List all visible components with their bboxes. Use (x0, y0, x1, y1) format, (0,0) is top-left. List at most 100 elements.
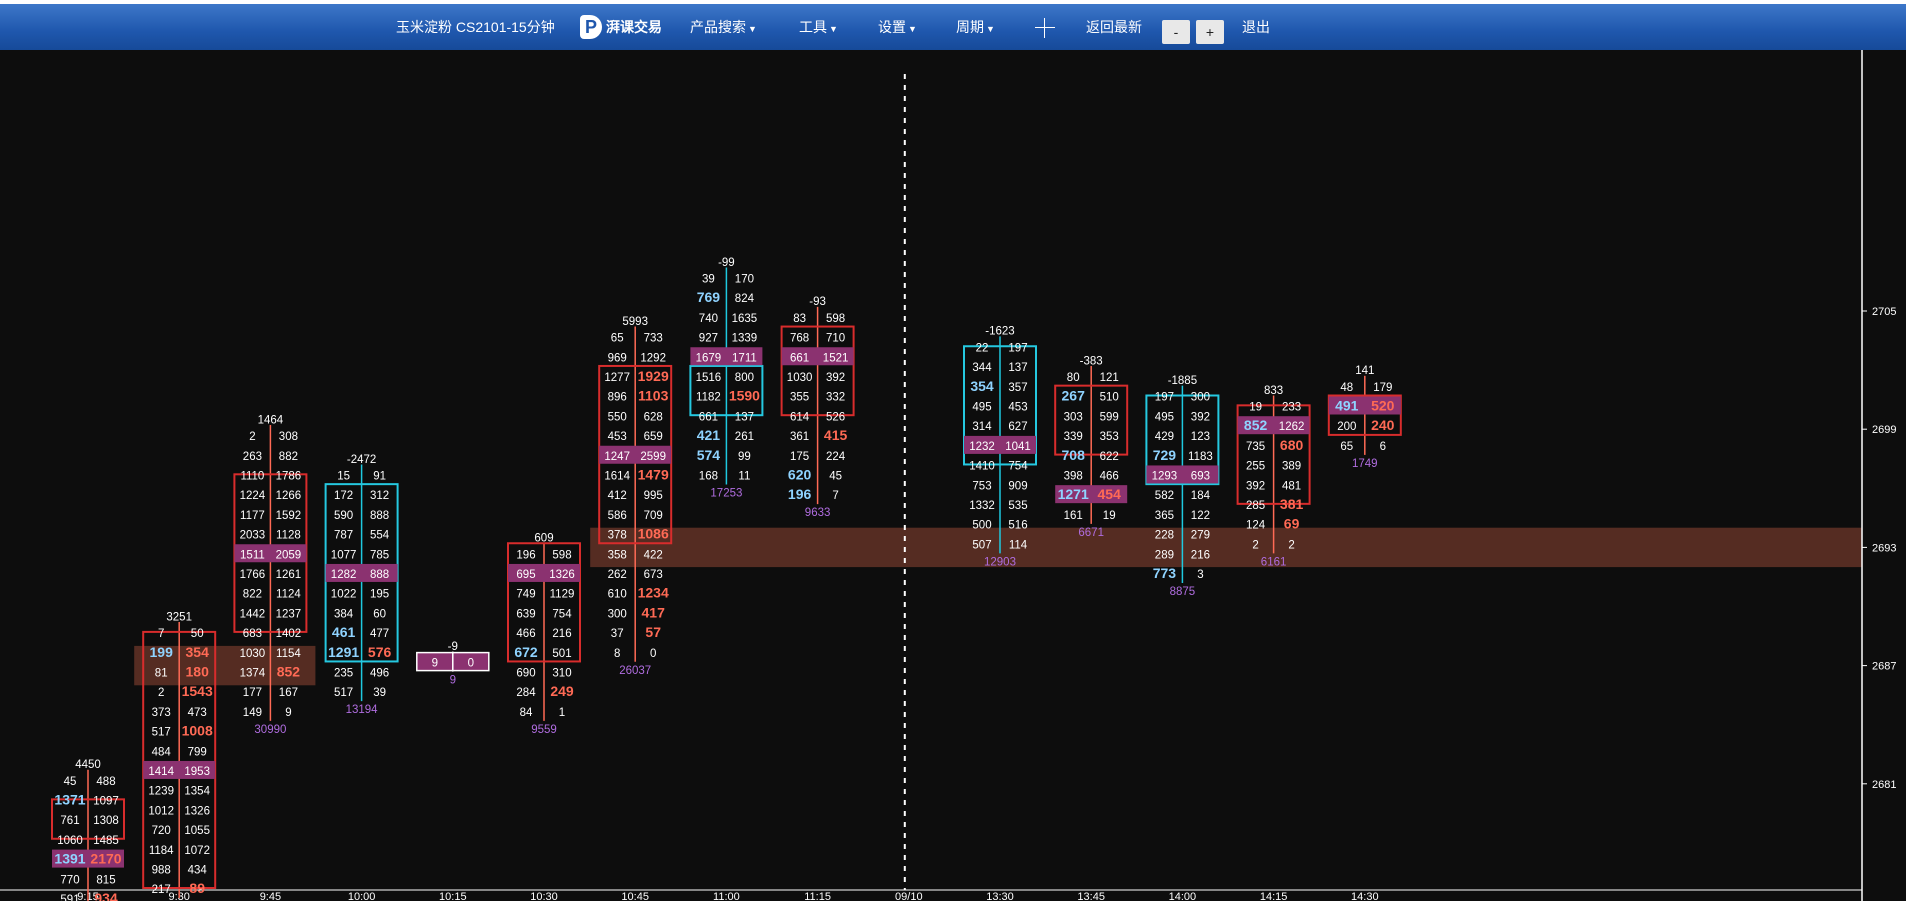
ask-volume: 381 (1280, 496, 1304, 512)
time-tick-label: 11:15 (804, 891, 831, 901)
bid-volume: 582 (1155, 490, 1174, 502)
bid-volume: 770 (60, 874, 79, 886)
brand-logo: P 湃课交易 (580, 14, 662, 40)
ask-volume: 995 (644, 490, 663, 502)
ask-volume: 1292 (640, 352, 666, 364)
ask-volume: 1234 (638, 585, 669, 601)
bid-volume: 1516 (696, 372, 722, 384)
bid-volume: 314 (972, 421, 992, 433)
bar-total-volume: 1749 (1352, 458, 1378, 470)
ask-volume: 1097 (93, 796, 119, 808)
ask-volume: 785 (370, 549, 389, 561)
bid-volume: 896 (608, 392, 627, 404)
ask-volume: 598 (552, 549, 571, 561)
bid-volume: 620 (788, 466, 812, 482)
bid-volume: 263 (243, 451, 262, 463)
bid-volume: 695 (516, 569, 535, 581)
bid-volume: 761 (60, 815, 79, 827)
return-latest-button[interactable]: 返回最新 (1086, 4, 1142, 50)
bid-volume: 1293 (1152, 470, 1178, 482)
tools-menu[interactable]: 工具 ▼ (799, 4, 838, 50)
ask-volume: 1103 (638, 388, 669, 404)
ask-volume: 488 (96, 776, 115, 788)
bid-volume: 177 (243, 687, 262, 699)
bid-volume: 196 (788, 486, 812, 502)
ask-volume: 800 (735, 372, 754, 384)
footprint-chart[interactable]: 270526992693268726819:159:309:4510:0010:… (0, 50, 1906, 901)
ask-volume: 60 (373, 608, 386, 620)
bid-volume: 639 (516, 608, 535, 620)
ask-volume: 121 (1100, 372, 1119, 384)
bid-volume: 200 (1337, 421, 1356, 433)
ask-volume: 481 (1282, 480, 1301, 492)
bid-volume: 453 (608, 431, 627, 443)
bid-volume: 172 (334, 490, 353, 502)
ask-volume: 357 (1008, 382, 1027, 394)
ask-volume: 1261 (276, 569, 302, 581)
period-menu[interactable]: 周期 ▼ (956, 4, 995, 50)
bid-volume: 48 (1340, 382, 1353, 394)
bid-volume: 217 (152, 884, 171, 896)
bid-volume: 15 (337, 470, 350, 482)
bid-volume: 7 (158, 628, 164, 640)
bid-volume: 255 (1246, 461, 1265, 473)
bid-volume: 1374 (240, 667, 266, 679)
crosshair-icon[interactable] (1035, 18, 1055, 38)
ask-volume: 501 (552, 648, 571, 660)
ask-volume: 693 (1191, 470, 1210, 482)
ask-volume: 1086 (638, 526, 669, 542)
time-tick-label: 09/10 (895, 891, 923, 901)
ask-volume: 354 (186, 644, 210, 660)
bar-total-volume: 9559 (531, 724, 557, 736)
bid-volume: 196 (516, 549, 535, 561)
ask-volume: 622 (1100, 451, 1119, 463)
ask-volume: 353 (1100, 431, 1119, 443)
ask-volume: 392 (826, 372, 845, 384)
bar-total-volume: 9633 (805, 507, 831, 519)
bid-volume: 421 (697, 427, 721, 443)
ask-volume: 1635 (732, 313, 758, 325)
ask-volume: 310 (552, 667, 571, 679)
ask-volume: 69 (1284, 516, 1300, 532)
ask-volume: 180 (186, 663, 210, 679)
settings-menu[interactable]: 设置 ▼ (878, 4, 917, 50)
bid-volume: 550 (608, 411, 627, 423)
ask-volume: 1008 (182, 723, 213, 739)
bid-volume: 1239 (148, 786, 174, 798)
ask-volume: 526 (826, 411, 845, 423)
ask-volume: 1326 (184, 805, 210, 817)
zoom-in-button[interactable]: + (1196, 20, 1224, 44)
ask-volume: 415 (824, 427, 848, 443)
exit-button[interactable]: 退出 (1242, 4, 1270, 50)
bid-volume: 735 (1246, 441, 1265, 453)
bar-total-volume: 6161 (1261, 556, 1287, 568)
ask-volume: 852 (277, 663, 301, 679)
bid-volume: 495 (1155, 411, 1174, 423)
bid-volume: 1679 (696, 352, 722, 364)
ask-volume: 599 (1100, 411, 1119, 423)
bar-total-volume: 26037 (619, 665, 651, 677)
product-search-menu[interactable]: 产品搜索 ▼ (690, 4, 757, 50)
ask-volume: 240 (1371, 417, 1395, 433)
bid-volume: 610 (608, 589, 627, 601)
ask-volume: 709 (644, 510, 663, 522)
bid-volume: 289 (1155, 549, 1174, 561)
ask-volume: 216 (552, 628, 571, 640)
bar-total-volume: 13194 (346, 704, 379, 716)
ask-volume: 453 (1008, 402, 1027, 414)
ask-volume: 510 (1100, 392, 1119, 404)
bar-total-volume: 17253 (710, 487, 742, 499)
ask-volume: 233 (1282, 402, 1301, 414)
bid-volume: 1766 (240, 569, 266, 581)
bid-volume: 740 (699, 313, 718, 325)
bid-volume: 969 (608, 352, 627, 364)
bid-volume: 124 (1246, 520, 1266, 532)
bid-volume: 591 (60, 894, 79, 901)
bid-volume: 2 (1252, 539, 1258, 551)
logo-icon: P (580, 15, 602, 39)
bid-volume: 65 (611, 333, 624, 345)
ask-volume: 659 (644, 431, 663, 443)
time-tick-label: 13:30 (986, 891, 1014, 901)
bid-volume: 262 (608, 569, 627, 581)
zoom-out-button[interactable]: - (1162, 20, 1190, 44)
